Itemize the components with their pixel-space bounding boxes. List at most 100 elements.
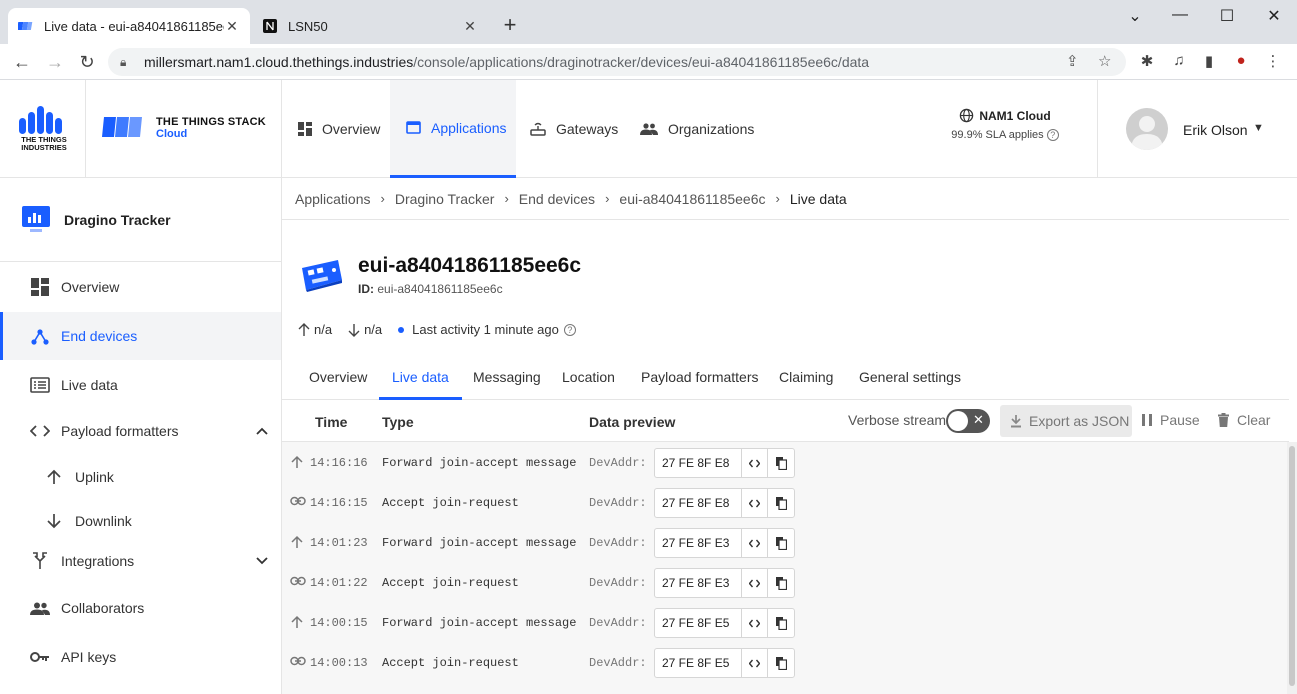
- event-row[interactable]: 14:16:15 Accept join-request DevAddr: 27…: [282, 483, 1282, 523]
- event-data-label: DevAddr:: [589, 576, 647, 590]
- close-icon: ✕: [973, 412, 984, 427]
- sidebar-item-payload-formatters[interactable]: Payload formatters: [0, 407, 281, 455]
- back-icon[interactable]: ←: [10, 50, 34, 74]
- event-time: 14:16:16: [310, 456, 368, 470]
- devaddr-value[interactable]: 27 FE 8F E5: [655, 609, 742, 637]
- window-close-icon[interactable]: ✕: [1264, 6, 1284, 26]
- copy-icon[interactable]: [768, 569, 794, 597]
- nav-gateways[interactable]: Gateways: [516, 80, 626, 178]
- tti-logo-icon: [19, 106, 62, 134]
- devaddr-value[interactable]: 27 FE 8F E8: [655, 449, 742, 477]
- tab-payload-formatters[interactable]: Payload formatters: [628, 356, 772, 400]
- devaddr-value[interactable]: 27 FE 8F E3: [655, 569, 742, 597]
- nav-overview[interactable]: Overview: [282, 80, 390, 178]
- sidebar-item-label: Downlink: [75, 513, 132, 529]
- close-icon[interactable]: ✕: [462, 18, 478, 35]
- sidebar-item-collaborators[interactable]: Collaborators: [0, 584, 281, 632]
- breadcrumb-device[interactable]: eui-a84041861185ee6c: [619, 191, 765, 207]
- breadcrumb-applications[interactable]: Applications: [295, 191, 371, 207]
- sidebar-item-uplink[interactable]: Uplink: [0, 453, 281, 501]
- event-list-scrollbar[interactable]: [1287, 442, 1297, 694]
- nav-applications[interactable]: Applications: [390, 80, 516, 178]
- new-tab-icon[interactable]: +: [498, 12, 522, 38]
- devices-icon: [30, 326, 50, 346]
- forward-icon[interactable]: →: [43, 50, 67, 74]
- export-json-button[interactable]: Export as JSON: [1000, 405, 1132, 437]
- devaddr-value[interactable]: 27 FE 8F E3: [655, 529, 742, 557]
- minimize-icon[interactable]: —: [1170, 6, 1190, 24]
- copy-icon[interactable]: [768, 609, 794, 637]
- profile-icon[interactable]: ●: [1230, 52, 1252, 72]
- breadcrumb-end-devices[interactable]: End devices: [519, 191, 595, 207]
- reload-icon[interactable]: ↻: [75, 50, 99, 74]
- copy-icon[interactable]: [768, 489, 794, 517]
- code-icon: [30, 421, 50, 441]
- devaddr-value[interactable]: 27 FE 8F E5: [655, 649, 742, 677]
- sidebar-app-name: Dragino Tracker: [64, 212, 171, 228]
- copy-icon[interactable]: [768, 529, 794, 557]
- browser-tab-lsn50[interactable]: LSN50 ✕: [252, 8, 488, 44]
- sidebar-item-overview[interactable]: Overview: [0, 263, 281, 311]
- devaddr-field: 27 FE 8F E5: [654, 608, 795, 638]
- extensions-icon[interactable]: ✱: [1136, 52, 1158, 72]
- event-row[interactable]: 14:01:23 Forward join-accept message Dev…: [282, 523, 1282, 563]
- user-menu[interactable]: Erik Olson ▼: [1097, 80, 1297, 178]
- sidebar-item-end-devices[interactable]: End devices: [0, 312, 281, 360]
- side-panel-icon[interactable]: ▮: [1198, 52, 1220, 72]
- help-icon[interactable]: ?: [1046, 129, 1059, 141]
- tab-general-settings[interactable]: General settings: [846, 356, 974, 400]
- url-field[interactable]: 🔒︎ millersmart.nam1.cloud.thethings.indu…: [108, 48, 1126, 76]
- sidebar-item-integrations[interactable]: Integrations: [0, 537, 281, 585]
- breadcrumb-application[interactable]: Dragino Tracker: [395, 191, 495, 207]
- tab-location[interactable]: Location: [549, 356, 628, 400]
- share-icon[interactable]: ⇪: [1066, 48, 1079, 76]
- chevron-down-icon[interactable]: ⌄: [1125, 6, 1145, 26]
- event-row[interactable]: 14:01:22 Accept join-request DevAddr: 27…: [282, 563, 1282, 603]
- tab-live-data[interactable]: Live data: [379, 356, 462, 400]
- browser-tab-live-data[interactable]: Live data - eui-a84041861185ee6c ✕: [8, 8, 250, 44]
- pause-button[interactable]: Pause: [1142, 412, 1200, 428]
- code-toggle-icon[interactable]: [742, 529, 768, 557]
- verbose-stream-toggle[interactable]: ✕: [946, 409, 990, 433]
- tab-claiming[interactable]: Claiming: [766, 356, 846, 400]
- tab-messaging[interactable]: Messaging: [460, 356, 554, 400]
- device-tabs: Overview Live data Messaging Location Pa…: [282, 356, 1289, 400]
- help-icon[interactable]: ?: [563, 323, 576, 336]
- star-icon[interactable]: ☆: [1098, 48, 1111, 76]
- copy-icon[interactable]: [768, 649, 794, 677]
- code-toggle-icon[interactable]: [742, 489, 768, 517]
- tts-logo[interactable]: THE THINGS STACK Cloud: [86, 80, 282, 178]
- device-id-value: eui-a84041861185ee6c: [377, 282, 503, 296]
- clear-button[interactable]: Clear: [1218, 412, 1270, 428]
- pause-label: Pause: [1160, 412, 1200, 428]
- nav-organizations[interactable]: Organizations: [626, 80, 766, 178]
- downlink-stat: n/a: [348, 322, 382, 337]
- scrollbar-thumb[interactable]: [1289, 446, 1295, 686]
- tts-logo-line1: THE THINGS STACK: [156, 116, 266, 128]
- sidebar-item-live-data[interactable]: Live data: [0, 361, 281, 409]
- media-icon[interactable]: ♫: [1168, 52, 1190, 72]
- menu-icon[interactable]: ⋮: [1262, 52, 1284, 72]
- list-icon: [30, 375, 50, 395]
- sidebar-item-label: API keys: [61, 649, 117, 665]
- close-icon[interactable]: ✕: [224, 18, 240, 35]
- code-toggle-icon[interactable]: [742, 649, 768, 677]
- maximize-icon[interactable]: ☐: [1217, 6, 1237, 26]
- event-row[interactable]: 14:16:16 Forward join-accept message Dev…: [282, 443, 1282, 483]
- sidebar-item-api-keys[interactable]: API keys: [0, 633, 281, 681]
- event-row[interactable]: 14:00:15 Forward join-accept message Dev…: [282, 603, 1282, 643]
- nav-label: Applications: [431, 119, 507, 136]
- tab-overview[interactable]: Overview: [296, 356, 380, 400]
- tti-logo-text: THE THINGS INDUSTRIES: [21, 135, 67, 152]
- copy-icon[interactable]: [768, 449, 794, 477]
- arrow-down-icon: [44, 511, 64, 531]
- tti-logo[interactable]: THE THINGS INDUSTRIES: [0, 80, 86, 178]
- cluster-info[interactable]: NAM1 Cloud 99.9% SLA applies ?: [940, 108, 1070, 141]
- nav-label: Organizations: [668, 121, 755, 137]
- devaddr-value[interactable]: 27 FE 8F E8: [655, 489, 742, 517]
- code-toggle-icon[interactable]: [742, 449, 768, 477]
- code-toggle-icon[interactable]: [742, 569, 768, 597]
- event-row[interactable]: 14:00:13 Accept join-request DevAddr: 27…: [282, 643, 1282, 683]
- code-toggle-icon[interactable]: [742, 609, 768, 637]
- live-data-header: Time Type Data preview Verbose stream ✕ …: [282, 400, 1289, 442]
